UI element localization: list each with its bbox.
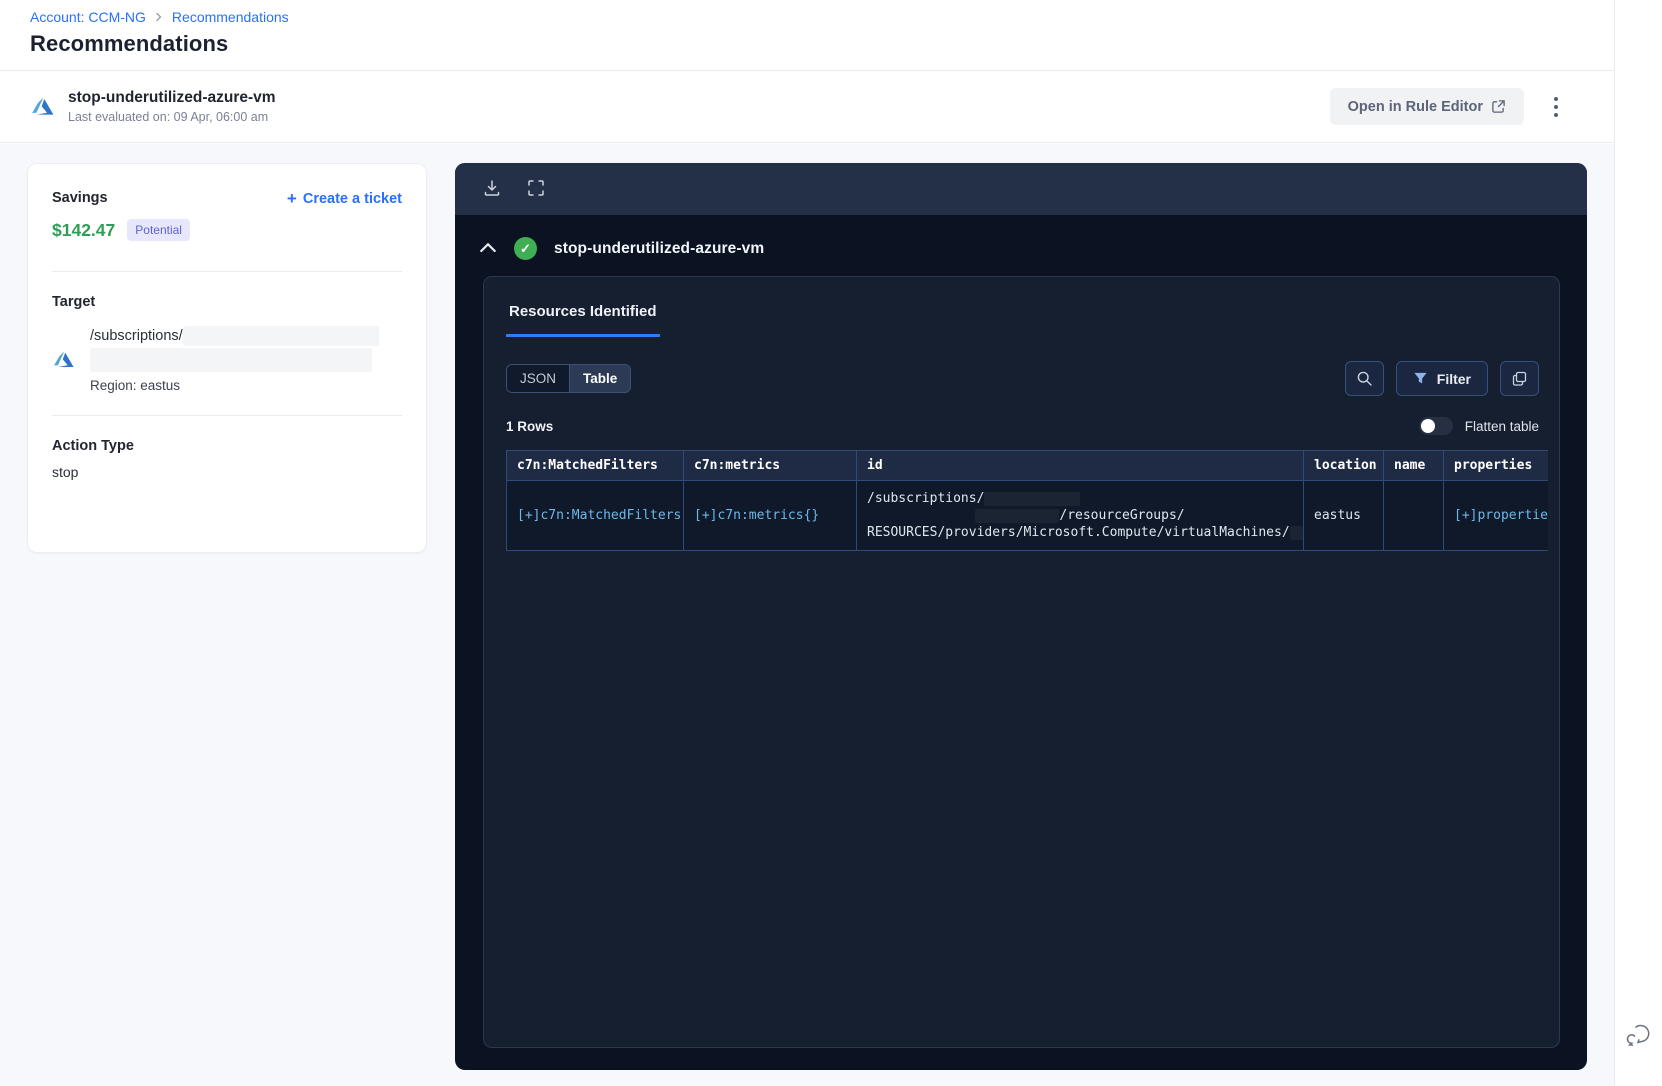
download-icon[interactable] (481, 178, 503, 200)
funnel-icon (1414, 372, 1427, 384)
potential-badge: Potential (127, 219, 190, 241)
column-header-id: id (856, 450, 1304, 481)
plus-icon: + (286, 189, 297, 208)
redacted-value (975, 508, 1060, 523)
content-area: Savings + Create a ticket $142.47 Potent… (0, 144, 1614, 1086)
json-view-toggle[interactable]: JSON (507, 365, 570, 392)
breadcrumb-current-link[interactable]: Recommendations (172, 9, 289, 25)
copy-icon[interactable] (1500, 361, 1539, 396)
tab-resources-identified[interactable]: Resources Identified (506, 303, 660, 337)
results-panel: ✓ stop-underutilized-azure-vm Resources … (455, 163, 1587, 1070)
open-in-rule-editor-button[interactable]: Open in Rule Editor (1329, 88, 1524, 125)
flatten-table-toggle[interactable] (1418, 417, 1453, 435)
target-path: /subscriptions/ (90, 326, 379, 346)
right-rail (1614, 0, 1662, 1086)
table-row: [+]c7n:MatchedFilters[] [+]c7n:metrics{} /… (506, 480, 1548, 551)
column-header-c7n-metrics: c7n:metrics (683, 450, 857, 481)
table-info-row: 1 Rows Flatten table (506, 417, 1539, 435)
page-header: Account: CCM-NG Recommendations Recommen… (0, 0, 1614, 71)
column-header-name: name (1383, 450, 1444, 481)
open-in-rule-editor-label: Open in Rule Editor (1347, 98, 1483, 115)
kebab-menu-icon[interactable] (1542, 91, 1570, 123)
main-area: Account: CCM-NG Recommendations Recommen… (0, 0, 1614, 1086)
action-type-label: Action Type (52, 438, 134, 454)
redacted-subscription-id (182, 326, 379, 346)
breadcrumb-account-link[interactable]: Account: CCM-NG (30, 9, 146, 25)
panel-rule-name: stop-underutilized-azure-vm (554, 239, 765, 257)
create-ticket-label: Create a ticket (302, 190, 402, 207)
flatten-table-label: Flatten table (1464, 418, 1539, 434)
chevron-right-icon (154, 12, 164, 22)
savings-amount: $142.47 (52, 219, 116, 240)
expand-link[interactable]: [+]properties{} (1454, 508, 1548, 523)
chat-bubbles-icon[interactable] (1626, 1022, 1652, 1048)
resources-table: c7n:MatchedFilters c7n:metrics id location n… (506, 450, 1548, 551)
check-circle-icon: ✓ (514, 237, 537, 260)
rule-header: stop-underutilized-azure-vm Last evaluat… (0, 71, 1614, 143)
rows-count: 1 Rows (506, 418, 554, 434)
view-controls: JSON Table Filter (506, 361, 1539, 396)
results-toolbar (455, 163, 1587, 215)
azure-logo-icon (32, 96, 54, 115)
savings-card: Savings + Create a ticket $142.47 Potent… (27, 163, 427, 553)
rule-identity: stop-underutilized-azure-vm Last evaluat… (30, 89, 276, 124)
create-ticket-button[interactable]: + Create a ticket (287, 190, 402, 207)
target-label: Target (52, 294, 96, 310)
page-title: Recommendations (30, 31, 229, 56)
redacted-subscription-id (90, 348, 372, 372)
expand-link[interactable]: [+]c7n:metrics{} (694, 508, 819, 523)
cell-c7n-matchedfilters: [+]c7n:MatchedFilters[] (506, 480, 684, 551)
redacted-value (1289, 525, 1303, 540)
target-region: Region: eastus (90, 378, 181, 393)
cell-location: eastus (1303, 480, 1384, 551)
filter-button[interactable]: Filter (1395, 361, 1488, 396)
rule-result-row: ✓ stop-underutilized-azure-vm (455, 215, 1587, 274)
column-header-c7n-matchedfilters: c7n:MatchedFilters (506, 450, 684, 481)
cell-name (1383, 480, 1444, 551)
rule-name: stop-underutilized-azure-vm (68, 89, 276, 106)
card-divider (52, 271, 402, 272)
fullscreen-icon[interactable] (525, 178, 547, 200)
card-divider (52, 415, 402, 416)
search-icon[interactable] (1344, 361, 1384, 396)
filter-label: Filter (1436, 370, 1471, 387)
cell-properties: [+]properties{} (1443, 480, 1548, 551)
column-header-properties: properties (1443, 450, 1548, 481)
column-header-location: location (1303, 450, 1384, 481)
redacted-value (984, 491, 1081, 506)
resources-table-container[interactable]: c7n:MatchedFilters c7n:metrics id location n… (506, 450, 1548, 551)
chevron-up-icon[interactable] (479, 242, 497, 256)
table-view-toggle[interactable]: Table (569, 365, 631, 392)
cell-c7n-metrics: [+]c7n:metrics{} (683, 480, 857, 551)
breadcrumb: Account: CCM-NG Recommendations (30, 9, 1614, 25)
azure-logo-icon (54, 350, 74, 367)
savings-label: Savings (52, 190, 108, 206)
resources-panel: Resources Identified JSON Table Filter 1… (483, 276, 1560, 1048)
external-link-icon (1492, 100, 1505, 113)
rule-last-evaluated: Last evaluated on: 09 Apr, 06:00 am (68, 110, 269, 124)
view-toggle: JSON Table (506, 364, 632, 393)
action-type-value: stop (52, 464, 79, 480)
expand-link[interactable]: [+]c7n:MatchedFilters[] (517, 508, 683, 523)
cell-id: /subscriptions//resourceGroups/RESOURCES… (856, 480, 1304, 551)
